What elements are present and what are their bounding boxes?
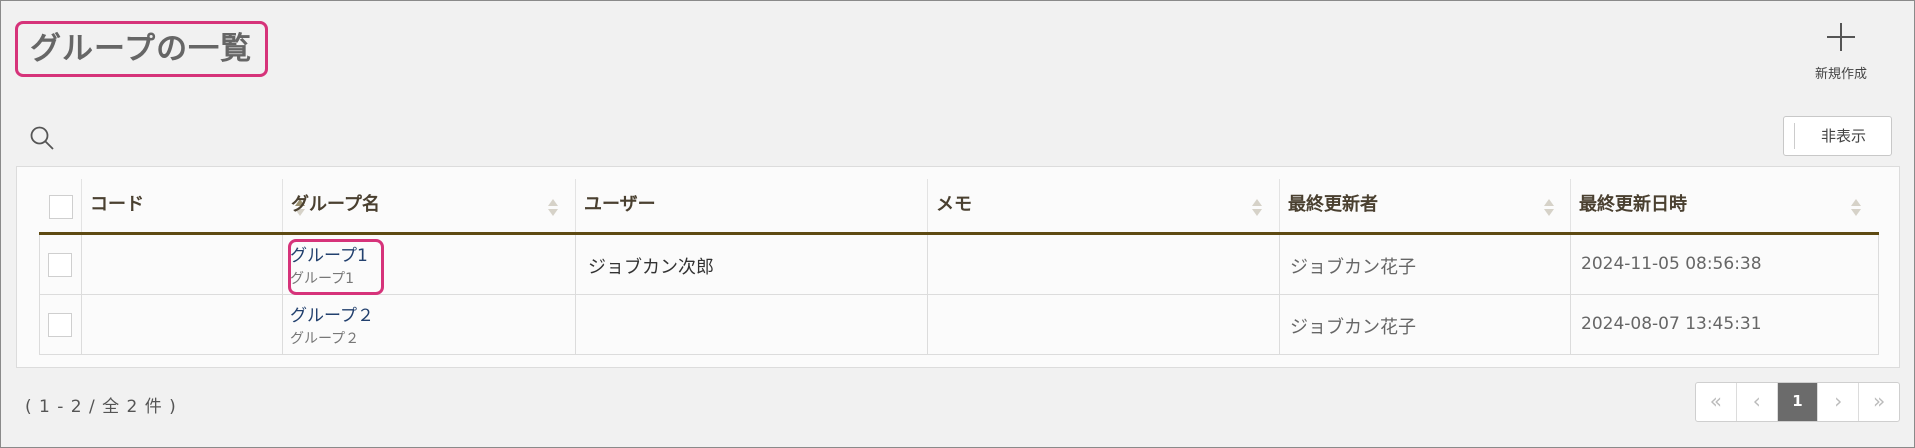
group-name-cell: グループ1 グループ1 [282,235,575,295]
search-icon[interactable] [29,125,55,151]
group-name: グループ２ [290,306,374,326]
updated-by-cell: ジョブカン花子 [1279,235,1570,295]
updated-by: ジョブカン花子 [1290,317,1416,338]
user-name: ジョブカン次郎 [588,257,714,278]
hide-button[interactable]: 非表示 [1783,116,1892,156]
new-create-button[interactable]: 新規作成 [1801,17,1881,83]
table-panel: コード グループ名 ユーザー メモ 最終更新者 最終更新日時 グループ1 グルー… [16,166,1900,368]
page-title: グループの一覧 [15,21,268,77]
updated-at-cell: 2024-08-07 13:45:31 [1570,295,1879,355]
column-header-updated-at[interactable]: 最終更新日時 [1570,179,1879,232]
updated-by: ジョブカン花子 [1290,257,1416,278]
updated-at: 2024-08-07 13:45:31 [1581,314,1762,334]
column-label-code: コード [90,194,144,215]
group-name-cell: グループ２ グループ２ [282,295,575,355]
group-subname: グループ1 [290,271,355,287]
memo-cell [927,295,1279,355]
column-header-group-name[interactable]: グループ名 [282,179,575,232]
user-cell: ジョブカン次郎 [575,235,927,295]
new-create-label: 新規作成 [1814,67,1867,82]
column-header-code[interactable]: コード [81,179,305,232]
checkbox-cell [39,295,81,355]
sort-icon[interactable] [1252,199,1262,217]
group-name-link[interactable]: グループ２ グループ２ [290,301,374,348]
checkbox-cell [39,235,81,295]
updated-at: 2024-11-05 08:56:38 [1581,254,1762,274]
column-label-group-name: グループ名 [291,194,380,215]
table-header: コード グループ名 ユーザー メモ 最終更新者 最終更新日時 [39,179,1879,235]
user-cell [575,295,927,355]
table-row: グループ２ グループ２ ジョブカン花子 2024-08-07 13:45:31 [39,295,1879,355]
plus-icon [1825,21,1857,53]
column-header-user: ユーザー [575,179,927,232]
memo-cell [927,235,1279,295]
column-label-user: ユーザー [584,194,656,215]
first-page-button[interactable]: « [1696,383,1736,421]
last-page-button[interactable]: » [1858,383,1899,421]
updated-by-cell: ジョブカン花子 [1279,295,1570,355]
record-count: ( 1 - 2 / 全 2 件 ) [25,397,177,417]
app-frame: グループの一覧 新規作成 非表示 コード グループ名 ユーザー メモ 最終更新者… [0,0,1915,448]
column-header-updated-by[interactable]: 最終更新者 [1279,179,1570,232]
group-name: グループ1 [290,246,368,266]
row-checkbox[interactable] [48,313,72,337]
group-table: コード グループ名 ユーザー メモ 最終更新者 最終更新日時 グループ1 グルー… [39,179,1879,355]
column-label-updated-at: 最終更新日時 [1579,194,1687,215]
column-header-memo[interactable]: メモ [927,179,1279,232]
row-checkbox[interactable] [48,253,72,277]
sort-icon[interactable] [1544,199,1554,217]
code-cell [81,235,282,295]
column-label-updated-by: 最終更新者 [1288,194,1378,215]
sort-icon[interactable] [548,199,558,217]
group-name-link[interactable]: グループ1 グループ1 [290,241,368,288]
pagination: « ‹ 1 › » [1695,382,1900,422]
code-cell [81,295,282,355]
current-page-button[interactable]: 1 [1776,383,1818,421]
table-row: グループ1 グループ1 ジョブカン次郎 ジョブカン花子 2024-11-05 0… [39,235,1879,295]
column-label-memo: メモ [936,194,972,215]
updated-at-cell: 2024-11-05 08:56:38 [1570,235,1879,295]
group-subname: グループ２ [290,331,360,347]
select-all-checkbox[interactable] [49,195,73,219]
next-page-button[interactable]: › [1817,383,1858,421]
prev-page-button[interactable]: ‹ [1735,383,1777,421]
sort-icon[interactable] [1851,199,1861,217]
